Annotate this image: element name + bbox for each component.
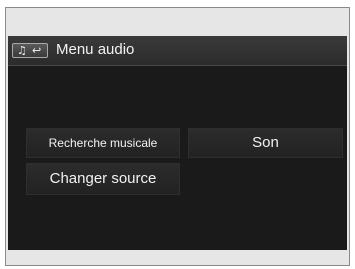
changer-source-button[interactable]: Changer source	[26, 163, 180, 195]
device-frame: ♫ ↩ Menu audio Recherche musicale Son Ch…	[5, 7, 350, 266]
audio-back-button[interactable]: ♫ ↩	[12, 43, 48, 58]
audio-menu-screen: ♫ ↩ Menu audio Recherche musicale Son Ch…	[8, 36, 347, 250]
music-note-icon: ♫	[17, 44, 27, 57]
page-title: Menu audio	[56, 41, 135, 58]
back-arrow-icon: ↩	[32, 44, 42, 57]
page: ♫ ↩ Menu audio Recherche musicale Son Ch…	[0, 0, 355, 269]
son-button[interactable]: Son	[188, 128, 343, 158]
recherche-musicale-button[interactable]: Recherche musicale	[26, 128, 180, 158]
header-bar: ♫ ↩ Menu audio	[8, 36, 347, 66]
